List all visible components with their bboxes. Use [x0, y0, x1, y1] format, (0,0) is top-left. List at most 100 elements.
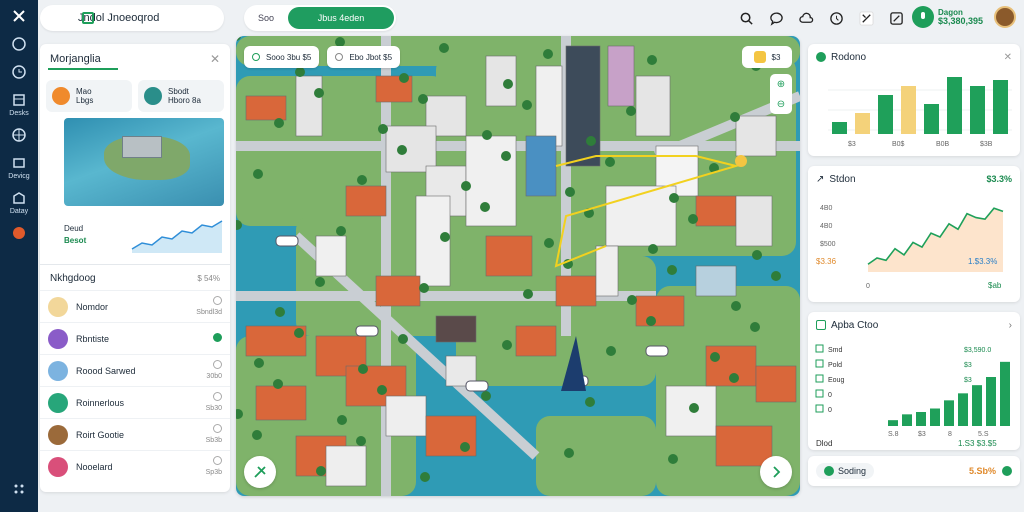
item-icon	[48, 424, 68, 445]
cloud-icon[interactable]	[796, 8, 816, 28]
svg-text:Eoug: Eoug	[828, 377, 844, 384]
search-icon[interactable]	[736, 8, 756, 28]
svg-text:$500: $500	[820, 241, 836, 248]
item-meta: Sb3b	[205, 437, 222, 444]
map-filter-2[interactable]: Ebo Jbot $5	[327, 46, 401, 68]
sorting-pill[interactable]: Soding	[816, 463, 875, 479]
close-app-icon[interactable]	[4, 8, 34, 26]
section-title: Nkhgdoog	[50, 273, 96, 284]
item-name: Roood Sarwed	[76, 365, 136, 376]
rail-home[interactable]	[4, 36, 34, 54]
map-filter-1[interactable]: Sooo 3bu $5	[244, 46, 320, 68]
chat-icon[interactable]	[766, 8, 786, 28]
list-item[interactable]: Roood Sarwed 30b0	[40, 354, 230, 386]
expand-icon[interactable]	[886, 8, 906, 28]
svg-text:1.S3 $3.$5: 1.S3 $3.$5	[958, 439, 997, 448]
confirm-icon[interactable]	[1002, 466, 1012, 476]
item-icon	[48, 360, 68, 381]
mic-icon[interactable]	[912, 6, 934, 28]
item-meta: Sb30	[205, 405, 222, 412]
rail-data[interactable]: Datay	[4, 190, 34, 215]
svg-text:$3: $3	[964, 362, 972, 369]
item-status-icon	[213, 360, 222, 369]
svg-text:Smd: Smd	[828, 347, 843, 354]
list-item[interactable]: Nooelard Sp3b	[40, 450, 230, 482]
svg-text:$ab: $ab	[988, 281, 1002, 290]
item-name: Roinnerlous	[76, 397, 125, 408]
zoom-out-icon[interactable]: ⊖	[777, 99, 785, 110]
bar	[993, 80, 1008, 134]
svg-text:8: 8	[948, 431, 952, 438]
bar	[970, 86, 985, 134]
bar	[855, 113, 870, 134]
chip-sbodt[interactable]: Sbodt Hboro 8a	[138, 80, 224, 112]
sparkline	[131, 220, 223, 253]
brand-bar: Jndol Jnoeoqrod	[40, 5, 224, 31]
svg-text:0: 0	[866, 283, 870, 290]
view-tabs: Soo Jbus 4eden	[244, 5, 396, 31]
svg-text:$3: $3	[918, 431, 926, 438]
location-photo[interactable]	[64, 118, 224, 206]
user-badge[interactable]: Dagon $3,380,395	[912, 6, 983, 28]
bar	[832, 122, 847, 134]
card-apba: Apba Ctoo › Smd $3,590.0 Pold $3 Eoug $3 0 0 S.8 $…	[808, 312, 1020, 450]
left-panel: Morjanglia ✕ Mao Lbgs Sbodt Hboro 8a Deud B…	[40, 44, 230, 492]
item-status-icon	[213, 456, 222, 465]
chip-map[interactable]: Mao Lbgs	[46, 80, 132, 112]
card-title: Rodono	[831, 51, 867, 63]
item-status-icon	[213, 296, 222, 305]
shuffle-icon[interactable]	[856, 8, 876, 28]
item-name: Rbntiste	[76, 333, 110, 344]
item-icon	[48, 296, 68, 317]
close-icon[interactable]: ✕	[1004, 52, 1012, 63]
close-icon[interactable]: ✕	[210, 52, 220, 66]
brand-icon	[82, 12, 94, 24]
map-zoom[interactable]: ⊕ ⊖	[770, 74, 792, 114]
svg-text:4B0: 4B0	[820, 205, 833, 212]
item-meta: Sp3b	[205, 469, 222, 476]
item-status-icon	[213, 424, 222, 433]
line-chart: 4B0 4B0 $500 $3.36 1.$3.3% $ab 0	[816, 205, 1004, 290]
rail-desks[interactable]: Desks	[4, 92, 34, 117]
item-name: Nooelard	[76, 461, 113, 472]
clock-icon[interactable]	[826, 8, 846, 28]
next-button[interactable]	[760, 456, 792, 488]
tick-label: B0B	[936, 141, 950, 148]
list-item[interactable]: Rbntiste	[40, 322, 230, 354]
svg-text:4B0: 4B0	[820, 223, 833, 230]
rows-bar-chart: Smd $3,590.0 Pold $3 Eoug $3 0 0 S.8 $3 8 5.S Dlod 1.…	[815, 344, 1010, 448]
bar	[924, 104, 939, 134]
list-item[interactable]: Roirt Gootie Sb3b	[40, 418, 230, 450]
list-item[interactable]: Nomdor Sbndl3d	[40, 290, 230, 322]
item-meta: Sbndl3d	[196, 309, 222, 316]
section-meta: $ 54%	[197, 274, 220, 283]
card-rodono: Rodono ✕ $3 B0$ B0B $3B	[808, 44, 1020, 156]
svg-text:$3.36: $3.36	[816, 257, 837, 266]
rail-clock[interactable]	[4, 64, 34, 82]
zoom-in-icon[interactable]: ⊕	[777, 79, 785, 90]
rail-globe[interactable]	[4, 127, 34, 145]
title-underline	[48, 68, 118, 70]
stat-widget: Deud Besot	[64, 210, 224, 260]
avatar[interactable]	[994, 6, 1016, 28]
city-map[interactable]: Sooo 3bu $5 Ebo Jbot $5 $3 ⊕ ⊖	[236, 36, 800, 496]
map-canvas[interactable]	[236, 36, 800, 496]
svg-text:S.8: S.8	[888, 431, 899, 438]
card-title: Apba Ctoo	[831, 319, 879, 331]
tab-first[interactable]: Soo	[244, 13, 288, 23]
map-control[interactable]: $3	[742, 46, 792, 68]
apps-grid-icon[interactable]	[13, 483, 25, 498]
globe-icon	[144, 87, 162, 105]
svg-text:0: 0	[828, 407, 832, 414]
list-item[interactable]: Roinnerlous Sb30	[40, 386, 230, 418]
tab-active[interactable]: Jbus 4eden	[288, 7, 394, 29]
svg-text:1.$3.3%: 1.$3.3%	[968, 257, 997, 266]
bar-chart: $3 B0$ B0B $3B	[828, 77, 1012, 148]
tools-button[interactable]	[244, 456, 276, 488]
bar	[947, 77, 962, 134]
rail-flag[interactable]	[4, 225, 34, 243]
card-icon	[816, 320, 826, 330]
tick-label: $3B	[980, 141, 993, 148]
rail-devices[interactable]: Devicg	[4, 155, 34, 180]
chevron-right-icon[interactable]: ›	[1009, 320, 1012, 331]
